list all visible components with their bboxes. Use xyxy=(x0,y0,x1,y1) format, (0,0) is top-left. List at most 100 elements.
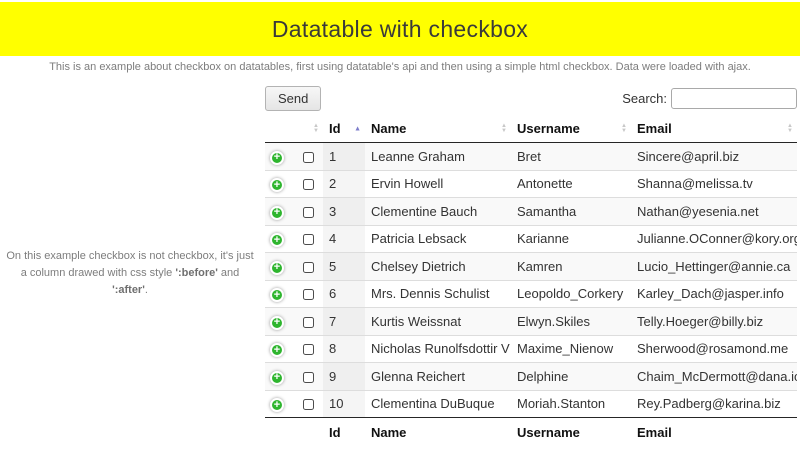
header-name-column[interactable]: Name ▲ ▼ xyxy=(365,115,511,143)
sort-ascending-icon: ▲ xyxy=(354,125,361,132)
expand-row-icon[interactable]: + xyxy=(270,205,284,220)
row-username-cell: Elwyn.Skiles xyxy=(511,307,631,335)
header-checkbox-column[interactable]: ▲ ▼ xyxy=(293,115,323,143)
row-checkbox-cell xyxy=(293,279,323,308)
row-username-cell: Delphine xyxy=(511,362,631,390)
row-id-cell: 1 xyxy=(323,142,365,170)
footer-email-label: Email xyxy=(631,417,797,447)
expand-row-icon[interactable]: + xyxy=(270,370,284,385)
row-username-cell: Maxime_Nienow xyxy=(511,334,631,363)
table-footer-row: Id Name Username Email xyxy=(265,417,797,447)
row-name-cell: Mrs. Dennis Schulist xyxy=(365,279,511,308)
row-control-cell: + xyxy=(265,252,293,280)
row-name-cell: Leanne Graham xyxy=(371,148,465,164)
row-checkbox[interactable] xyxy=(302,179,314,191)
row-name-cell: Clementine Bauch xyxy=(365,197,511,225)
row-email-cell: Rey.Padberg@karina.biz xyxy=(631,389,797,418)
row-checkbox-cell xyxy=(293,224,323,253)
row-email-cell: Chaim_McDermott@dana.io xyxy=(631,362,797,390)
row-username-cell: Moriah.Stanton xyxy=(511,389,631,418)
expand-row-icon[interactable]: + xyxy=(270,343,284,357)
header-control-column xyxy=(265,115,293,143)
table-row: +1 Leanne Graham Bret Sincere@april.biz xyxy=(265,142,797,171)
sort-icon: ▲ ▼ xyxy=(501,122,507,134)
row-checkbox[interactable] xyxy=(302,289,314,301)
header-username-label: Username xyxy=(517,121,580,136)
row-id-cell: 7 xyxy=(323,307,365,335)
row-username-cell: Karianne xyxy=(511,224,631,253)
row-checkbox-cell xyxy=(293,389,323,418)
row-id-cell: 5 xyxy=(323,252,365,280)
expand-row-icon[interactable]: + xyxy=(270,398,284,412)
search-box: Search: xyxy=(622,88,797,109)
datatable-panel: Send Search: ▲ ▼ Id ▲ Name ▲ ▼ Username … xyxy=(265,86,797,450)
intro-text: This is an example about checkbox on dat… xyxy=(49,61,751,73)
row-control-cell: + xyxy=(265,169,293,198)
row-control-cell: + xyxy=(265,362,293,390)
row-email-cell: Sincere@april.biz xyxy=(637,148,740,164)
table-row: +4 Patricia Lebsack Karianne Julianne.OConn… xyxy=(265,224,797,253)
expand-row-icon[interactable]: + xyxy=(270,260,284,275)
row-name-cell: Kurtis Weissnat xyxy=(365,307,511,335)
table-row: +9 Glenna Reichert Delphine Chaim_McDermott… xyxy=(265,362,797,390)
row-id-cell: 8 xyxy=(323,334,365,363)
footer-checkbox-column xyxy=(293,417,323,447)
row-checkbox[interactable] xyxy=(302,316,314,328)
row-control-cell: + xyxy=(265,197,293,225)
row-id-cell: 3 xyxy=(323,197,365,225)
row-id-cell: 2 xyxy=(323,169,365,198)
table-toolbar: Send Search: xyxy=(265,86,797,111)
table-row: +5 Chelsey Dietrich Kamren Lucio_Hettinger@… xyxy=(265,252,797,280)
expand-row-icon[interactable]: + xyxy=(270,288,284,302)
footer-name-label: Name xyxy=(365,417,511,447)
row-name-cell: Chelsey Dietrich xyxy=(365,252,511,280)
search-input[interactable] xyxy=(671,88,797,109)
row-checkbox-cell xyxy=(293,197,323,225)
row-checkbox[interactable] xyxy=(302,151,314,163)
row-username-cell: Bret xyxy=(517,148,541,164)
row-checkbox-cell xyxy=(293,334,323,363)
header-email-label: Email xyxy=(637,121,672,136)
table-row: +8 Nicholas Runolfsdottir V Maxime_Nienow S… xyxy=(265,334,797,363)
row-username-cell: Antonette xyxy=(511,169,631,198)
row-email-cell: Nathan@yesenia.net xyxy=(631,197,797,225)
row-control-cell: + xyxy=(265,143,293,171)
row-name-cell: Ervin Howell xyxy=(365,169,511,198)
row-checkbox[interactable] xyxy=(302,371,314,383)
side-note-bold-after: ':after' xyxy=(112,284,145,297)
expand-row-icon[interactable]: + xyxy=(270,233,284,247)
row-checkbox[interactable] xyxy=(302,234,314,246)
expand-row-icon[interactable]: + xyxy=(270,150,284,165)
header-id-column[interactable]: Id ▲ xyxy=(323,115,365,143)
header-email-column[interactable]: Email ▲ ▼ xyxy=(631,115,797,143)
row-checkbox[interactable] xyxy=(302,344,314,356)
side-note-text-end: . xyxy=(144,284,148,297)
expand-row-icon[interactable]: + xyxy=(270,315,284,330)
row-control-cell: + xyxy=(265,307,293,335)
row-checkbox-cell xyxy=(293,169,323,198)
send-button[interactable]: Send xyxy=(265,86,322,111)
row-control-cell: + xyxy=(265,389,293,418)
search-label: Search: xyxy=(622,91,667,106)
row-id-cell: 4 xyxy=(323,224,365,253)
row-checkbox-cell xyxy=(293,362,323,390)
row-checkbox[interactable] xyxy=(302,399,314,411)
row-checkbox-cell xyxy=(293,143,323,171)
expand-row-icon[interactable]: + xyxy=(270,178,284,192)
row-checkbox[interactable] xyxy=(302,206,314,218)
header-name-label: Name xyxy=(371,121,407,136)
row-id-cell: 9 xyxy=(323,362,365,390)
row-username-cell: Samantha xyxy=(511,197,631,225)
header-username-column[interactable]: Username ▲ ▼ xyxy=(511,115,631,143)
row-id-cell: 10 xyxy=(323,389,365,418)
row-checkbox-cell xyxy=(293,252,323,280)
row-checkbox[interactable] xyxy=(302,261,314,273)
row-email-cell: Julianne.OConner@kory.org xyxy=(631,224,797,253)
table-row: +7 Kurtis Weissnat Elwyn.Skiles Telly.Hoege… xyxy=(265,307,797,335)
footer-id-label: Id xyxy=(323,417,365,447)
sort-icon: ▲ ▼ xyxy=(787,122,793,134)
row-checkbox-cell xyxy=(293,307,323,335)
row-control-cell: + xyxy=(265,279,293,308)
sort-icon: ▲ ▼ xyxy=(621,122,627,134)
row-username-cell: Kamren xyxy=(511,252,631,280)
